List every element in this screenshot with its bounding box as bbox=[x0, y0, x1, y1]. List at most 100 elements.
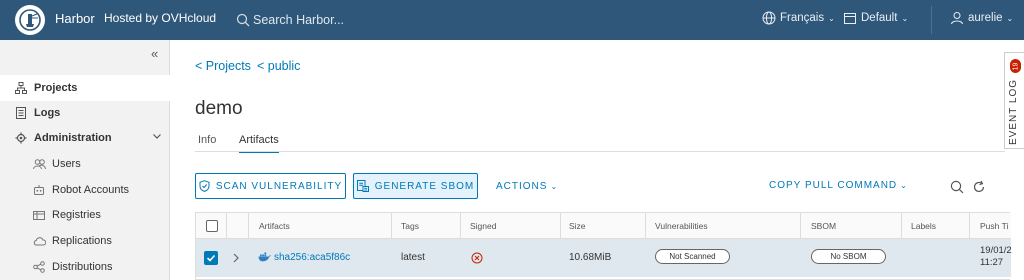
artifact-size: 10.68MiB bbox=[569, 252, 612, 263]
generate-sbom-label: GENERATE SBOM bbox=[374, 180, 475, 192]
column-divider bbox=[460, 213, 461, 239]
sbom-status-badge[interactable]: No SBOM bbox=[811, 249, 886, 264]
global-search[interactable] bbox=[236, 9, 373, 31]
column-header-labels[interactable]: Labels bbox=[911, 221, 936, 231]
sidebar-item-label: Projects bbox=[34, 82, 78, 94]
top-navigation-bar: Harbor Hosted by OVHcloud Français ⌄ Def… bbox=[0, 0, 1024, 40]
sidebar-item-logs[interactable]: Logs bbox=[0, 100, 170, 126]
generate-sbom-button[interactable]: GENERATE SBOM bbox=[353, 173, 478, 199]
breadcrumb-projects[interactable]: < Projects bbox=[195, 59, 251, 73]
username-label: aurelie bbox=[968, 12, 1003, 24]
sidebar-item-projects[interactable]: Projects bbox=[0, 75, 170, 101]
artifacts-table: Artifacts Tags Signed Size Vulnerabiliti… bbox=[195, 212, 1012, 280]
sidebar-item-administration[interactable]: Administration bbox=[0, 125, 170, 151]
sbom-status-label: No SBOM bbox=[830, 252, 867, 261]
logs-icon bbox=[14, 106, 28, 120]
chevron-up-down-icon bbox=[153, 134, 161, 139]
registries-icon bbox=[32, 208, 46, 222]
harbor-logo-icon[interactable] bbox=[15, 5, 45, 35]
globe-icon bbox=[762, 11, 776, 25]
user-icon bbox=[951, 12, 963, 25]
sidebar-item-users[interactable]: Users bbox=[0, 151, 170, 177]
tab-info[interactable]: Info bbox=[198, 134, 216, 151]
search-icon bbox=[236, 13, 250, 27]
actions-dropdown[interactable]: ACTIONS ⌄ bbox=[496, 181, 558, 192]
column-divider bbox=[645, 213, 646, 239]
sidebar-item-replications[interactable]: Replications bbox=[0, 228, 170, 254]
breadcrumb-public[interactable]: < public bbox=[257, 59, 300, 73]
search-input[interactable] bbox=[253, 13, 373, 27]
main-content: < Projects < public demo Info Artifacts … bbox=[171, 40, 1012, 280]
copy-pull-command-dropdown[interactable]: COPY PULL COMMAND ⌄ bbox=[769, 180, 908, 191]
sidebar-item-distributions[interactable]: Distributions bbox=[0, 254, 170, 280]
sidebar-item-label: Robot Accounts bbox=[52, 184, 130, 196]
push-date: 19/01/2 bbox=[980, 245, 1012, 256]
vulnerability-status-label: Not Scanned bbox=[669, 252, 716, 261]
sidebar-item-label: Distributions bbox=[52, 261, 113, 273]
column-divider bbox=[391, 213, 392, 239]
row-checkbox[interactable] bbox=[204, 251, 218, 265]
shield-icon bbox=[199, 180, 210, 192]
column-header-size[interactable]: Size bbox=[569, 221, 586, 231]
sidebar-item-label: Registries bbox=[52, 209, 101, 221]
search-icon[interactable] bbox=[950, 180, 964, 194]
column-header-sbom[interactable]: SBOM bbox=[811, 221, 836, 231]
users-icon bbox=[32, 157, 46, 171]
sidebar-item-label: Users bbox=[52, 158, 81, 170]
column-divider bbox=[248, 213, 249, 239]
refresh-icon[interactable] bbox=[972, 180, 986, 194]
brand-name[interactable]: Harbor bbox=[55, 11, 95, 26]
docker-icon bbox=[258, 252, 271, 262]
cloud-icon bbox=[32, 234, 46, 248]
sidebar-item-label: Replications bbox=[52, 235, 112, 247]
event-log-tab[interactable]: 19 EVENT LOG bbox=[1004, 52, 1024, 149]
column-header-artifacts[interactable]: Artifacts bbox=[259, 221, 290, 231]
header-divider bbox=[931, 6, 932, 34]
scan-vulnerability-label: SCAN VULNERABILITY bbox=[215, 180, 343, 192]
language-selector[interactable]: Français ⌄ bbox=[762, 11, 835, 25]
language-label: Français bbox=[780, 12, 825, 24]
table-header: Artifacts Tags Signed Size Vulnerabiliti… bbox=[196, 213, 1011, 239]
collapse-sidebar-icon[interactable]: « bbox=[151, 46, 158, 61]
column-divider bbox=[560, 213, 561, 239]
event-log-label: EVENT LOG bbox=[1008, 78, 1019, 145]
chevron-down-icon: ⌄ bbox=[901, 13, 909, 23]
document-list-icon bbox=[356, 180, 369, 192]
theme-label: Default bbox=[861, 12, 898, 24]
checkmark-icon bbox=[206, 254, 216, 262]
projects-icon bbox=[14, 81, 28, 95]
artifact-tag: latest bbox=[401, 252, 425, 263]
event-count-badge: 19 bbox=[1010, 59, 1021, 73]
sidebar-item-label: Logs bbox=[34, 107, 61, 119]
tab-divider bbox=[195, 151, 1005, 152]
vulnerability-status-badge[interactable]: Not Scanned bbox=[655, 249, 730, 264]
actions-label: ACTIONS bbox=[496, 181, 548, 192]
column-divider bbox=[969, 213, 970, 239]
column-header-push-time[interactable]: Push Ti bbox=[980, 221, 1008, 231]
artifact-digest-link[interactable]: sha256:aca5f86c bbox=[274, 252, 350, 263]
theme-selector[interactable]: Default ⌄ bbox=[843, 11, 908, 25]
column-divider bbox=[226, 213, 227, 239]
share-icon bbox=[32, 260, 46, 274]
chevron-down-icon: ⌄ bbox=[828, 13, 835, 23]
column-divider bbox=[901, 213, 902, 239]
column-divider bbox=[800, 213, 801, 239]
robot-icon bbox=[32, 183, 46, 197]
not-signed-icon bbox=[471, 252, 483, 264]
column-header-vulnerabilities[interactable]: Vulnerabilities bbox=[655, 221, 708, 231]
sidebar-item-robot-accounts[interactable]: Robot Accounts bbox=[0, 177, 170, 203]
administration-icon bbox=[14, 131, 28, 145]
chevron-right-icon[interactable] bbox=[232, 253, 240, 263]
sidebar: « Projects Logs Administration Users Rob… bbox=[0, 40, 170, 280]
chevron-down-icon: ⌄ bbox=[900, 181, 908, 190]
copy-pull-command-label: COPY PULL COMMAND bbox=[769, 180, 898, 191]
column-header-tags[interactable]: Tags bbox=[401, 221, 419, 231]
scan-vulnerability-button[interactable]: SCAN VULNERABILITY bbox=[195, 173, 346, 199]
column-header-signed[interactable]: Signed bbox=[470, 221, 496, 231]
table-row[interactable]: sha256:aca5f86c latest 10.68MiB Not Scan… bbox=[196, 239, 1012, 277]
sidebar-item-registries[interactable]: Registries bbox=[0, 202, 170, 228]
select-all-checkbox[interactable] bbox=[206, 220, 218, 232]
sidebar-item-label: Administration bbox=[34, 132, 112, 144]
chevron-down-icon: ⌄ bbox=[550, 182, 559, 191]
user-menu[interactable]: aurelie ⌄ bbox=[950, 11, 1013, 25]
